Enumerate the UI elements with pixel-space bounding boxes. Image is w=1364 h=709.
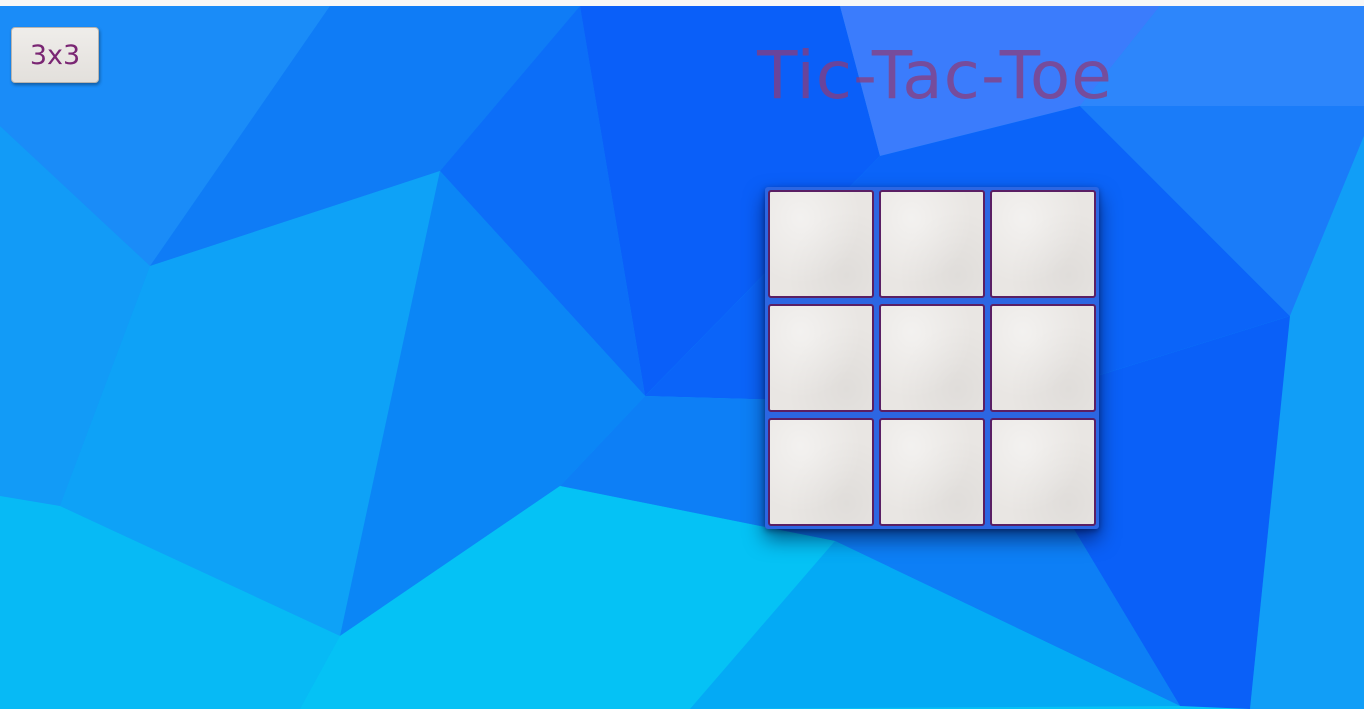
board-size-button[interactable]: 3x3 (11, 27, 99, 83)
board-cell-3-3[interactable] (990, 418, 1096, 526)
board-cell-2-1[interactable] (768, 304, 874, 412)
board-cell-1-3[interactable] (990, 190, 1096, 298)
board-cell-3-2[interactable] (879, 418, 985, 526)
board-cell-1-1[interactable] (768, 190, 874, 298)
board-cell-2-2[interactable] (879, 304, 985, 412)
board-cell-2-3[interactable] (990, 304, 1096, 412)
game-board (765, 187, 1099, 529)
board-cell-1-2[interactable] (879, 190, 985, 298)
game-title: Tic-Tac-Toe (757, 37, 1113, 114)
board-cell-3-1[interactable] (768, 418, 874, 526)
game-stage: 3x3 Tic-Tac-Toe (0, 6, 1364, 709)
